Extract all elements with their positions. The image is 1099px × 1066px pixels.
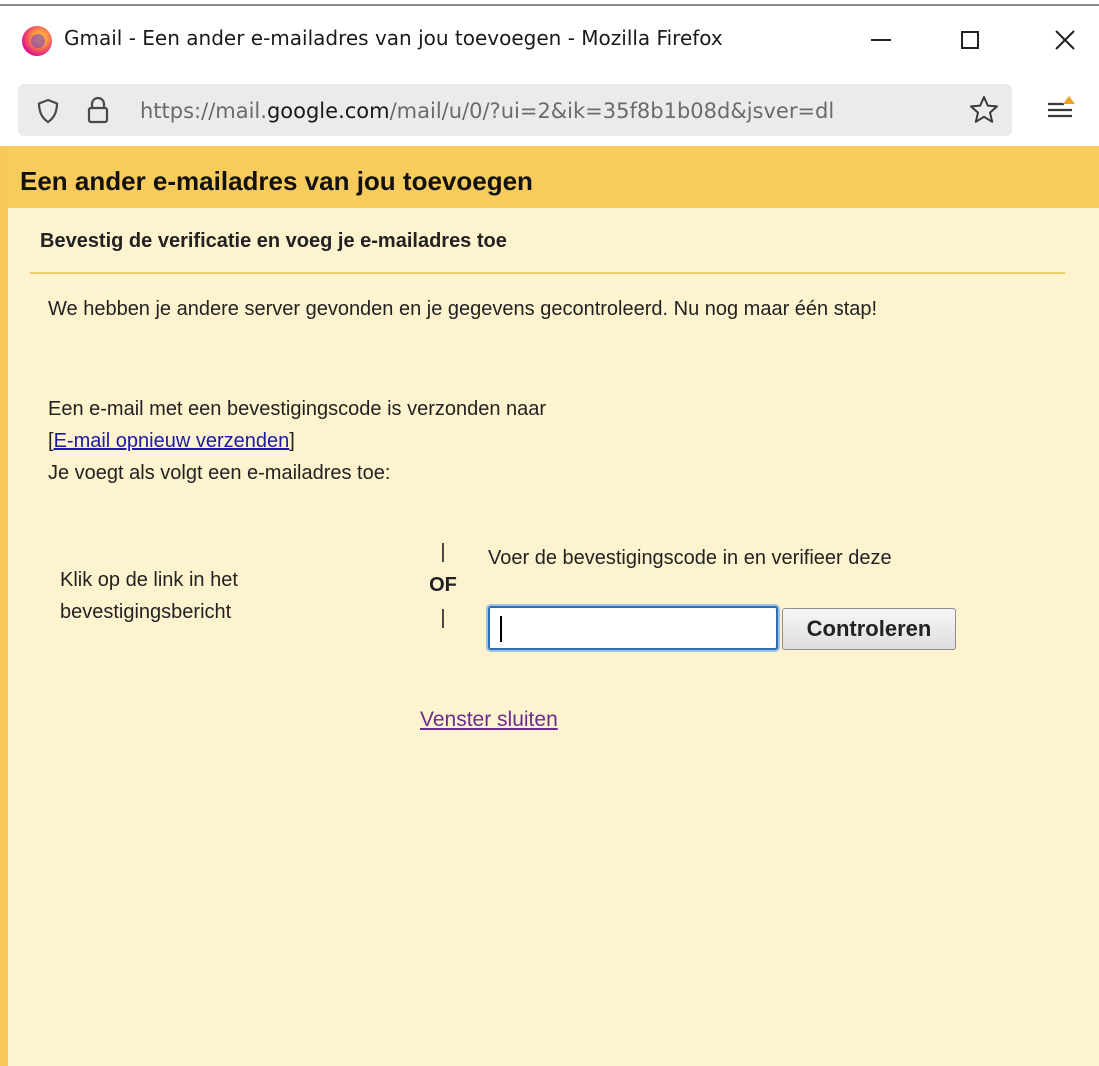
- maximize-button[interactable]: [945, 20, 995, 60]
- url-prefix: https://mail.: [140, 99, 267, 123]
- or-bar-bottom: |: [440, 607, 446, 629]
- intro-text: We hebben je andere server gevonden en j…: [48, 298, 878, 320]
- text-caret: [500, 616, 502, 642]
- close-icon: [1055, 30, 1075, 50]
- section-divider: [30, 272, 1065, 274]
- dialog-title: Een ander e-mailadres van jou toevoegen: [20, 166, 533, 196]
- url-path: /mail/u/0/?ui=2&ik=35f8b1b08d&jsver=dl: [389, 99, 835, 123]
- browser-titlebar[interactable]: Gmail - Een ander e-mailadres van jou to…: [0, 6, 1099, 72]
- code-sent-text: Een e-mail met een bevestigingscode is v…: [48, 398, 547, 420]
- option-click-link-text: Klik op de link in het bevestigingsberic…: [60, 569, 238, 623]
- verify-button[interactable]: Controleren: [782, 608, 956, 650]
- close-window-button[interactable]: [1040, 20, 1090, 60]
- resend-line: [E-mail opnieuw verzenden]: [48, 427, 295, 455]
- or-bar-top: |: [440, 541, 446, 563]
- resend-bracket-close: ]: [289, 430, 295, 452]
- verification-code-input[interactable]: [488, 606, 778, 650]
- bookmark-star-icon[interactable]: [968, 94, 1000, 126]
- url-text[interactable]: https://mail.google.com/mail/u/0/?ui=2&i…: [140, 99, 962, 123]
- url-domain: google.com: [266, 99, 390, 123]
- minimize-button[interactable]: [856, 20, 906, 60]
- resend-email-link[interactable]: E-mail opnieuw verzenden: [54, 430, 290, 452]
- lock-icon[interactable]: [86, 96, 110, 124]
- navigation-toolbar: https://mail.google.com/mail/u/0/?ui=2&i…: [0, 72, 1099, 146]
- option-enter-code-text: Voer de bevestigingscode in en verifieer…: [488, 547, 892, 569]
- maximize-icon: [961, 31, 979, 49]
- or-label: OF: [429, 574, 457, 596]
- tracking-protection-shield-icon[interactable]: [36, 98, 60, 124]
- close-window-link[interactable]: Venster sluiten: [420, 708, 558, 732]
- app-menu-icon[interactable]: [1040, 90, 1080, 130]
- dialog-page: Een ander e-mailadres van jou toevoegen …: [0, 146, 1099, 1066]
- window-title: Gmail - Een ander e-mailadres van jou to…: [64, 26, 723, 50]
- howto-text: Je voegt als volgt een e-mailadres toe:: [48, 462, 391, 484]
- section-title: Bevestig de verificatie en voeg je e-mai…: [40, 230, 507, 252]
- minimize-icon: [871, 39, 891, 41]
- dialog-header: Een ander e-mailadres van jou toevoegen: [8, 146, 1099, 208]
- or-separator: | OF |: [418, 538, 468, 632]
- firefox-logo-icon: [22, 26, 52, 56]
